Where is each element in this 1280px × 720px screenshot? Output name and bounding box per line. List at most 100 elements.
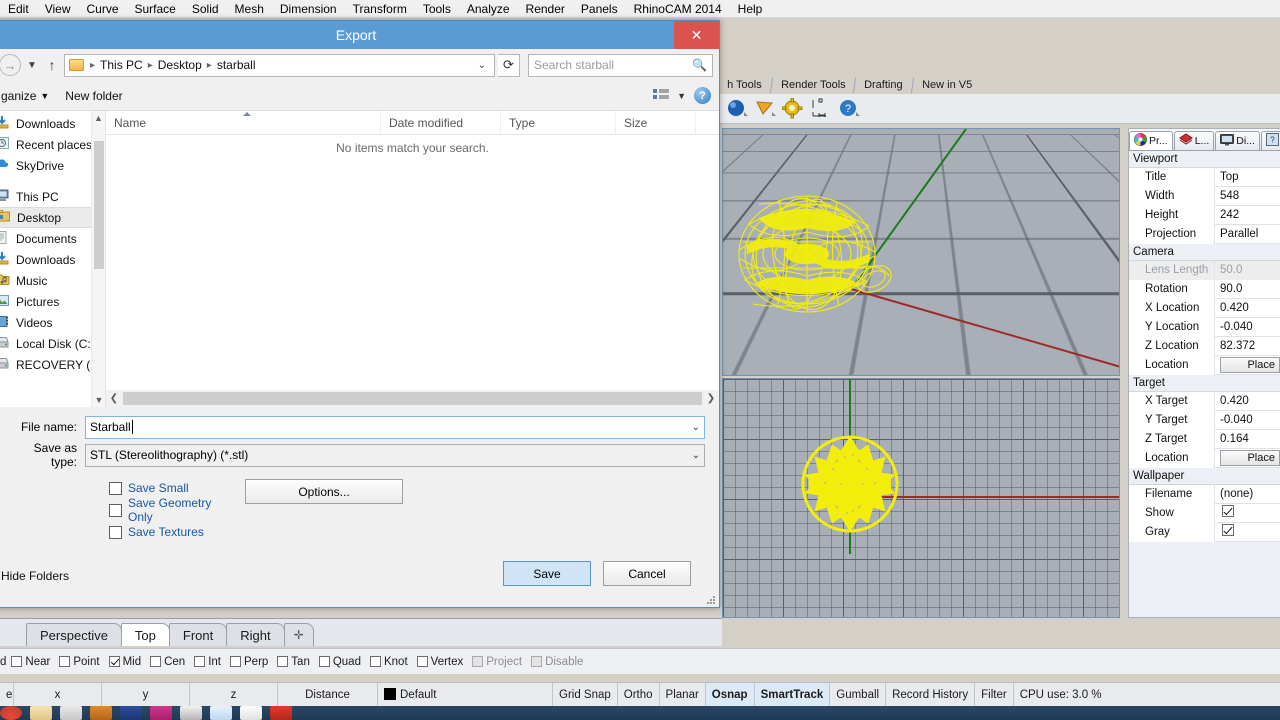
savetype-select[interactable]: STL (Stereolithography) (*.stl) ⌄ <box>85 443 705 467</box>
taskbar-app7-icon[interactable] <box>240 706 262 720</box>
nav-item-downloads[interactable]: Downloads <box>0 249 105 270</box>
help-icon[interactable]: ? <box>838 98 860 120</box>
navigation-scrollbar[interactable]: ▲ ▼ <box>91 111 105 407</box>
checkbox[interactable] <box>108 656 120 667</box>
osnap-vertex[interactable]: Vertex <box>416 656 463 668</box>
scroll-left-icon[interactable]: ❮ <box>106 393 122 404</box>
options-button[interactable]: Options... <box>245 479 403 504</box>
close-icon[interactable]: ✕ <box>674 21 719 49</box>
checkbox[interactable] <box>277 656 289 667</box>
nav-item-local-disk-c[interactable]: Local Disk (C:) <box>0 333 105 354</box>
property-checkbox[interactable] <box>1222 504 1234 517</box>
nav-item-videos[interactable]: Videos <box>0 312 105 333</box>
checkbox[interactable] <box>59 656 71 667</box>
status-coord-z[interactable]: z <box>190 682 278 707</box>
help-icon[interactable]: ? <box>694 87 711 104</box>
toolbar-tab-new-in-v5[interactable]: New in V5 <box>910 78 983 93</box>
save-button[interactable]: Save <box>503 561 591 586</box>
status-coord-x[interactable]: x <box>14 682 102 707</box>
nav-item-recovery-d[interactable]: RECOVERY (D:) <box>0 354 105 375</box>
status-toggle-planar[interactable]: Planar <box>660 682 706 707</box>
organize-button[interactable]: ganize ▼ <box>1 89 49 103</box>
nav-item-music[interactable]: Music <box>0 270 105 291</box>
property-place-button[interactable]: Place <box>1220 356 1280 373</box>
search-input[interactable]: Search starball 🔍 <box>528 53 713 77</box>
scroll-thumb[interactable] <box>94 141 104 269</box>
checkbox[interactable] <box>369 656 381 667</box>
up-folder-icon[interactable]: ↑ <box>43 57 61 73</box>
nav-item-documents[interactable]: Documents <box>0 228 105 249</box>
scroll-right-icon[interactable]: ❯ <box>703 393 719 404</box>
view-mode-icon[interactable] <box>653 88 670 103</box>
filename-input[interactable]: Starball ⌄ <box>85 415 705 439</box>
sphere-icon[interactable] <box>726 98 748 120</box>
osnap-knot[interactable]: Knot <box>369 656 408 668</box>
back-icon[interactable]: → <box>0 54 21 76</box>
menu-item-help[interactable]: Help <box>730 2 771 16</box>
property-value[interactable]: Top <box>1215 168 1280 187</box>
viewport-tab-top[interactable]: Top <box>120 623 170 646</box>
osnap-point[interactable]: Point <box>59 656 100 668</box>
toolbar-tab-drafting[interactable]: Drafting <box>853 78 913 93</box>
new-folder-button[interactable]: New folder <box>65 89 122 103</box>
osnap-near[interactable]: Near <box>11 656 50 668</box>
taskbar-app1-icon[interactable] <box>60 706 82 720</box>
menu-item-curve[interactable]: Curve <box>78 2 126 16</box>
column-header-name[interactable]: Name <box>106 110 381 135</box>
status-toggle-grid-snap[interactable]: Grid Snap <box>553 682 618 707</box>
scroll-down-icon[interactable]: ▼ <box>92 393 105 407</box>
property-checkbox[interactable] <box>1222 523 1234 536</box>
osnap-tan[interactable]: Tan <box>277 656 310 668</box>
menu-item-solid[interactable]: Solid <box>184 2 227 16</box>
status-toggle-osnap[interactable]: Osnap <box>705 682 755 707</box>
osnap-cen[interactable]: Cen <box>150 656 185 668</box>
chevron-down-icon[interactable]: ⌄ <box>686 450 700 461</box>
viewport-perspective[interactable] <box>722 128 1120 376</box>
breadcrumb-item-0[interactable]: This PC <box>99 58 144 72</box>
scroll-up-icon[interactable]: ▲ <box>92 111 105 125</box>
menu-item-view[interactable]: View <box>37 2 79 16</box>
menu-item-analyze[interactable]: Analyze <box>459 2 518 16</box>
status-toggle-record-history[interactable]: Record History <box>886 682 976 707</box>
status-coord-y[interactable]: y <box>102 682 190 707</box>
property-value[interactable]: 0.164 <box>1215 430 1280 449</box>
menu-item-dimension[interactable]: Dimension <box>272 2 345 16</box>
viewport-tab-right[interactable]: Right <box>226 623 285 646</box>
cone-icon[interactable] <box>754 98 776 120</box>
checkbox[interactable] <box>109 525 122 539</box>
column-header-type[interactable]: Type <box>501 110 616 135</box>
property-value[interactable]: 0.420 <box>1215 299 1280 318</box>
property-value[interactable]: Parallel <box>1215 225 1280 244</box>
viewport-tab-front[interactable]: Front <box>168 623 228 646</box>
nav-item-this-pc[interactable]: This PC <box>0 186 105 207</box>
osnap-perp[interactable]: Perp <box>230 656 268 668</box>
property-value[interactable]: 82.372 <box>1215 337 1280 356</box>
checkbox-save-textures[interactable]: Save Textures <box>109 521 217 543</box>
viewport-top[interactable] <box>722 378 1120 618</box>
menu-item-render[interactable]: Render <box>518 2 573 16</box>
property-value[interactable]: -0.040 <box>1215 318 1280 337</box>
breadcrumb-item-2[interactable]: starball <box>216 58 257 72</box>
taskbar-app8-icon[interactable] <box>270 706 292 720</box>
property-value[interactable]: (none) <box>1215 485 1280 504</box>
checkbox[interactable] <box>109 481 122 495</box>
address-bar[interactable]: ▸ This PC ▸ Desktop ▸ starball ⌄ <box>64 53 495 77</box>
toolbar-tab-h-tools[interactable]: h Tools <box>717 78 772 93</box>
status-toggle-filter[interactable]: Filter <box>975 682 1014 707</box>
add-viewport-tab[interactable]: ✛ <box>283 623 314 646</box>
osnap-mid[interactable]: Mid <box>108 656 141 668</box>
properties-tab-3[interactable]: ? <box>1260 131 1280 150</box>
properties-tab-2[interactable]: Di... <box>1215 131 1260 150</box>
checkbox[interactable] <box>150 656 162 667</box>
checkbox[interactable] <box>416 656 428 667</box>
resize-grip[interactable] <box>706 594 716 604</box>
taskbar-app5-icon[interactable] <box>180 706 202 720</box>
column-header-date-modified[interactable]: Date modified <box>381 110 501 135</box>
recent-locations-icon[interactable]: ▼ <box>24 60 40 71</box>
property-value[interactable]: -0.040 <box>1215 411 1280 430</box>
property-value[interactable]: 0.420 <box>1215 392 1280 411</box>
menu-item-mesh[interactable]: Mesh <box>227 2 272 16</box>
checkbox-save-geometry-only[interactable]: Save Geometry Only <box>109 496 217 524</box>
checkbox[interactable] <box>230 656 241 667</box>
properties-tab-0[interactable]: Pr... <box>1129 131 1173 150</box>
